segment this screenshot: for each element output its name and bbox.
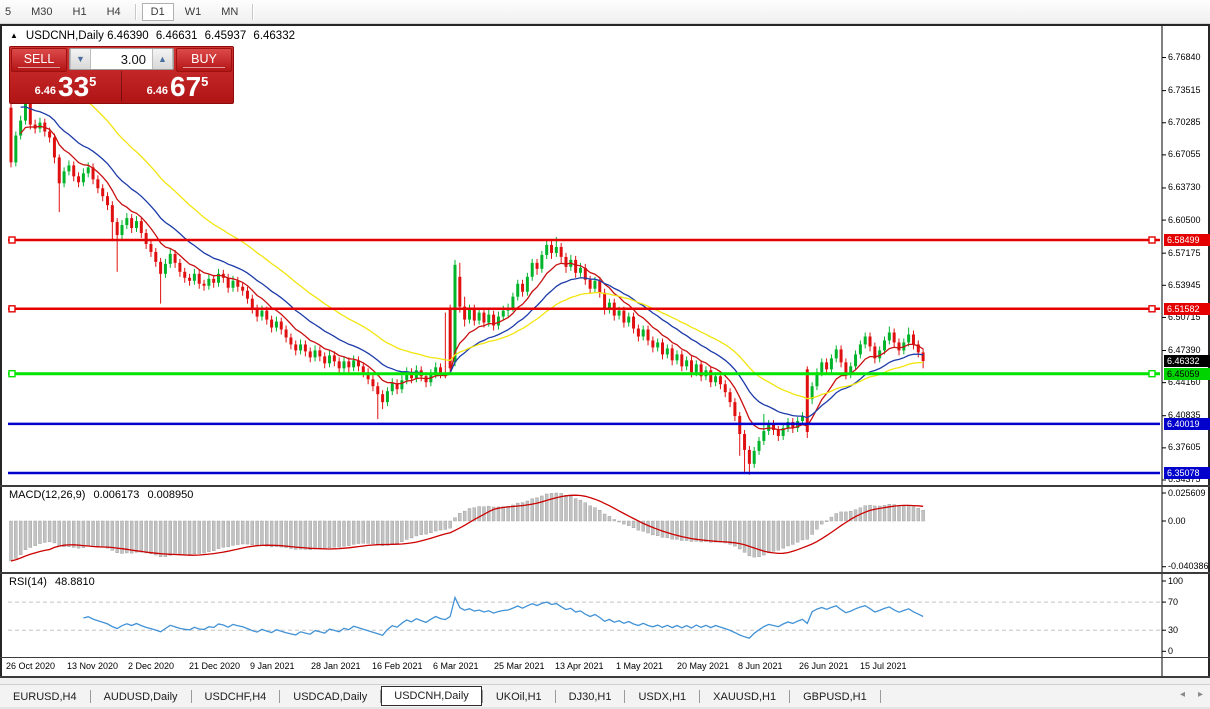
macd-header: MACD(12,26,9) 0.006173 0.008950: [9, 489, 198, 501]
rsi-line: [83, 595, 924, 639]
macd-panel-separator[interactable]: [0, 485, 1210, 487]
date-axis-label: 13 Apr 2021: [555, 661, 604, 671]
macd-histogram: [9, 492, 925, 562]
date-axis-label: 26 Oct 2020: [6, 661, 56, 671]
price-axis-label: 6.63730: [1168, 182, 1201, 193]
ohlc-close: 6.46332: [253, 30, 295, 42]
date-axis-label: 25 Mar 2021: [494, 661, 545, 671]
price-axis-label: 6.47390: [1168, 345, 1201, 355]
price-axis-label: 6.60500: [1168, 214, 1201, 225]
ohlc-low: 6.45937: [204, 30, 247, 42]
chart-canvas: [8, 26, 1166, 676]
line-handle[interactable]: [8, 305, 16, 313]
price-axis-label: 6.70285: [1168, 117, 1201, 128]
price-level-badge: 6.46332: [1164, 355, 1210, 368]
sell-price-point: 5: [89, 74, 97, 89]
date-axis-label: 1 May 2021: [616, 661, 664, 671]
rsi-header: RSI(14) 48.8810: [9, 576, 100, 588]
date-axis-label: 26 Jun 2021: [799, 661, 849, 671]
price-axis-label: 6.76840: [1168, 52, 1201, 63]
date-axis-label: 2 Dec 2020: [128, 661, 175, 671]
line-handle[interactable]: [8, 370, 16, 378]
ma-line: [78, 93, 924, 400]
x-axis-line: [0, 657, 1210, 658]
volume-increase-icon[interactable]: ▲: [152, 49, 173, 69]
macd-signal-value: 0.008950: [147, 489, 194, 501]
volume-stepper: ▼ ▲: [69, 48, 174, 70]
date-axis-label: 20 May 2021: [677, 661, 730, 671]
price-axis-label: 6.37605: [1168, 442, 1201, 453]
buy-price[interactable]: 6.46 67 5: [122, 71, 233, 101]
rsi-value: 48.8810: [54, 576, 95, 588]
volume-input[interactable]: [91, 49, 152, 69]
volume-decrease-icon[interactable]: ▼: [70, 49, 91, 69]
date-axis-label: 15 Jul 2021: [860, 661, 907, 671]
rsi-axis-label: 70: [1168, 596, 1179, 607]
sell-button[interactable]: SELL: [11, 48, 67, 72]
buy-price-base: 6.46: [146, 85, 169, 97]
sell-price-base: 6.46: [34, 85, 57, 97]
candles-layer: [9, 91, 925, 475]
date-axis-label: 13 Nov 2020: [67, 661, 119, 671]
macd-axis-label: -0.040386: [1168, 561, 1209, 572]
date-axis-label: 9 Jan 2021: [250, 661, 295, 671]
macd-axis-label: 0.00: [1168, 515, 1186, 526]
rsi-axis-label: 100: [1168, 575, 1184, 586]
sell-price-pips: 33: [58, 71, 90, 102]
date-axis-label: 21 Dec 2020: [189, 661, 241, 671]
price-level-badge: 6.45059: [1164, 367, 1210, 380]
date-axis-label: 8 Jun 2021: [738, 661, 783, 671]
line-handle[interactable]: [1148, 370, 1156, 378]
rsi-axis-label: 30: [1168, 624, 1179, 635]
symbol-title: USDCNH,Daily: [25, 30, 104, 42]
buy-button[interactable]: BUY: [176, 48, 232, 72]
rsi-panel-separator[interactable]: [0, 572, 1210, 574]
price-axis-label: 6.73515: [1168, 85, 1201, 96]
price-axis-label: 6.67055: [1168, 149, 1201, 160]
macd-main-value: 0.006173: [93, 489, 140, 501]
rsi-axis-label: 0: [1168, 645, 1174, 656]
date-axis-label: 28 Jan 2021: [311, 661, 361, 671]
frame-bottom-border: [0, 676, 1210, 678]
line-handle[interactable]: [1148, 236, 1156, 244]
date-axis-label: 6 Mar 2021: [433, 661, 479, 671]
sell-price[interactable]: 6.46 33 5: [10, 71, 122, 101]
collapse-icon[interactable]: ▲: [10, 31, 18, 40]
ohlc-high: 6.46631: [155, 30, 198, 42]
price-axis-label: 6.57175: [1168, 247, 1201, 258]
rsi-label: RSI(14): [9, 576, 47, 588]
price-level-badge: 6.40019: [1164, 417, 1210, 430]
chart-title: ▲ USDCNH,Daily 6.46390 6.46631 6.45937 6.…: [10, 30, 299, 42]
macd-label: MACD(12,26,9): [9, 489, 86, 501]
buy-price-pips: 67: [170, 71, 202, 102]
date-axis-label: 16 Feb 2021: [372, 661, 423, 671]
ohlc-open: 6.46390: [107, 30, 149, 42]
buy-price-point: 5: [201, 74, 209, 89]
line-handle[interactable]: [1148, 305, 1156, 313]
price-level-badge: 6.51582: [1164, 302, 1210, 315]
line-handle[interactable]: [8, 236, 16, 244]
macd-axis-label: 0.025609: [1168, 487, 1206, 498]
price-level-badge: 6.35078: [1164, 466, 1210, 479]
one-click-trade-panel: SELL ▼ ▲ BUY 6.46 33 5 6.46 67 5: [9, 46, 234, 104]
price-level-badge: 6.58499: [1164, 234, 1210, 246]
price-axis-label: 6.53945: [1168, 279, 1201, 290]
